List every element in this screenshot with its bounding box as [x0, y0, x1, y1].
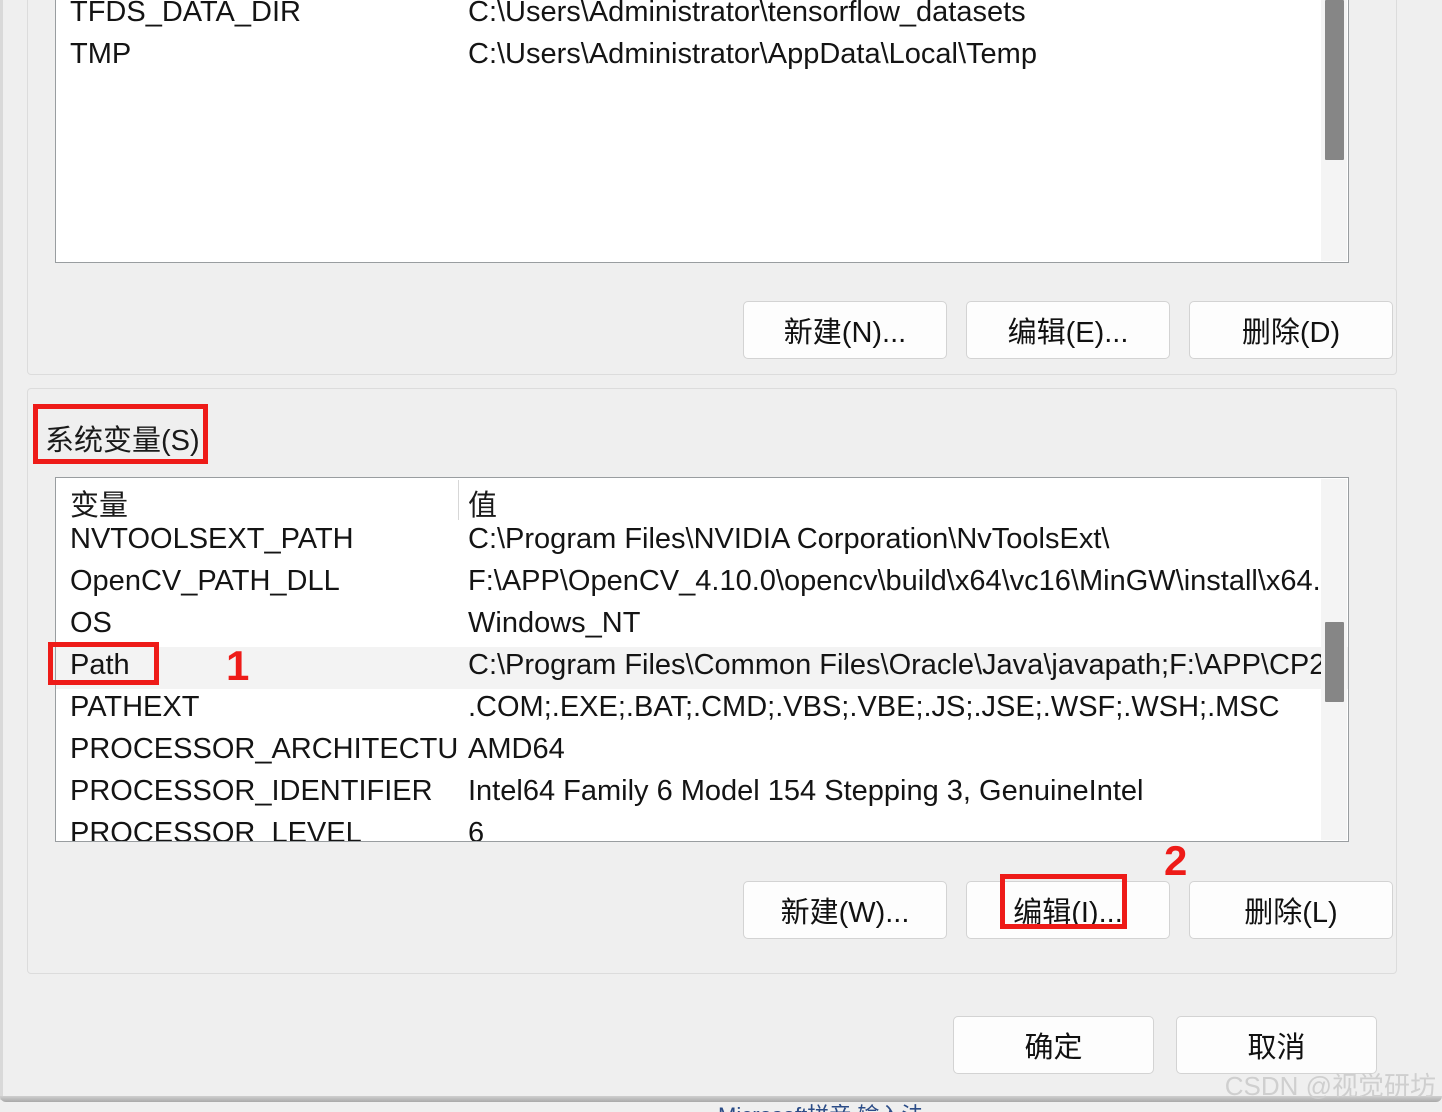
system-row-variable: PROCESSOR_ARCHITECTURE	[70, 733, 460, 765]
system-table-row[interactable]: PROCESSOR_LEVEL 6	[56, 815, 1348, 842]
system-column-header-value[interactable]: 值	[468, 482, 497, 524]
user-variables-list-inner: 变量 值 OneDrive C:\Users\Administrator\One…	[56, 0, 1348, 78]
system-row-variable: NVTOOLSEXT_PATH	[70, 523, 354, 555]
system-row-variable: PATHEXT	[70, 691, 200, 723]
user-row-variable: TMP	[70, 38, 132, 70]
user-variables-list[interactable]: 变量 值 OneDrive C:\Users\Administrator\One…	[55, 0, 1349, 263]
system-variables-label: 系统变量(S)	[45, 425, 200, 457]
system-header-divider	[458, 480, 459, 520]
system-row-value: C:\Program Files\NVIDIA Corporation\NvTo…	[468, 523, 1110, 555]
system-row-variable: Path	[70, 649, 130, 681]
user-table-row[interactable]: TMP C:\Users\Administrator\AppData\Local…	[56, 36, 1348, 78]
user-table-row[interactable]: TFDS_DATA_DIR C:\Users\Administrator\ten…	[56, 0, 1348, 36]
system-row-value: .COM;.EXE;.BAT;.CMD;.VBS;.VBE;.JS;.JSE;.…	[468, 691, 1280, 723]
system-variables-list-inner: 变量 值 NVTOOLSEXT_PATH C:\Program Files\NV…	[56, 478, 1348, 842]
dialog-left-edge	[0, 0, 3, 1100]
system-table-row[interactable]: PROCESSOR_IDENTIFIER Intel64 Family 6 Mo…	[56, 773, 1348, 815]
system-new-button[interactable]: 新建(W)...	[743, 881, 947, 939]
user-edit-button[interactable]: 编辑(E)...	[966, 301, 1170, 359]
system-table-row[interactable]: NVTOOLSEXT_PATH C:\Program Files\NVIDIA …	[56, 521, 1348, 563]
ime-taskbar-text: Microsoft拼音 输入法	[718, 1098, 923, 1112]
system-row-value: Intel64 Family 6 Model 154 Stepping 3, G…	[468, 775, 1144, 807]
annotation-marker-1: 1	[226, 642, 250, 689]
user-list-scrollbar-thumb[interactable]	[1325, 0, 1344, 160]
system-row-variable: OpenCV_PATH_DLL	[70, 565, 340, 597]
system-delete-button[interactable]: 删除(L)	[1189, 881, 1393, 939]
system-table-row[interactable]: PROCESSOR_ARCHITECTURE AMD64	[56, 731, 1348, 773]
user-delete-button[interactable]: 删除(D)	[1189, 301, 1393, 359]
system-list-scrollbar[interactable]	[1321, 479, 1347, 840]
system-list-header: 变量 值	[56, 478, 1348, 524]
user-list-scrollbar[interactable]	[1321, 0, 1347, 261]
system-edit-button[interactable]: 编辑(I)...	[966, 881, 1170, 939]
system-row-variable: PROCESSOR_LEVEL	[70, 817, 362, 842]
system-table-row[interactable]: OpenCV_PATH_DLL F:\APP\OpenCV_4.10.0\ope…	[56, 563, 1348, 605]
system-row-value: F:\APP\OpenCV_4.10.0\opencv\build\x64\vc…	[468, 565, 1337, 597]
system-column-header-variable[interactable]: 变量	[70, 482, 128, 524]
annotation-marker-2: 2	[1164, 837, 1188, 884]
system-list-scrollbar-thumb[interactable]	[1325, 622, 1344, 702]
system-table-row[interactable]: OS Windows_NT	[56, 605, 1348, 647]
csdn-watermark: CSDN @视觉研坊	[1224, 1071, 1436, 1101]
system-row-value: Windows_NT	[468, 607, 641, 639]
user-row-value: C:\Users\Administrator\tensorflow_datase…	[468, 0, 1026, 28]
user-row-value: C:\Users\Administrator\AppData\Local\Tem…	[468, 38, 1037, 70]
system-row-value: 6	[468, 817, 485, 842]
environment-variables-dialog: 变量 值 OneDrive C:\Users\Administrator\One…	[0, 0, 1442, 1112]
system-table-row-selected[interactable]: Path C:\Program Files\Common Files\Oracl…	[56, 647, 1348, 689]
user-new-button[interactable]: 新建(N)...	[743, 301, 947, 359]
system-row-variable: PROCESSOR_IDENTIFIER	[70, 775, 433, 807]
system-row-value: C:\Program Files\Common Files\Oracle\Jav…	[468, 649, 1348, 681]
system-row-variable: OS	[70, 607, 112, 639]
ok-button[interactable]: 确定	[953, 1016, 1154, 1074]
system-table-row[interactable]: PATHEXT .COM;.EXE;.BAT;.CMD;.VBS;.VBE;.J…	[56, 689, 1348, 731]
system-row-value: AMD64	[468, 733, 565, 765]
user-row-variable: TFDS_DATA_DIR	[70, 0, 301, 28]
